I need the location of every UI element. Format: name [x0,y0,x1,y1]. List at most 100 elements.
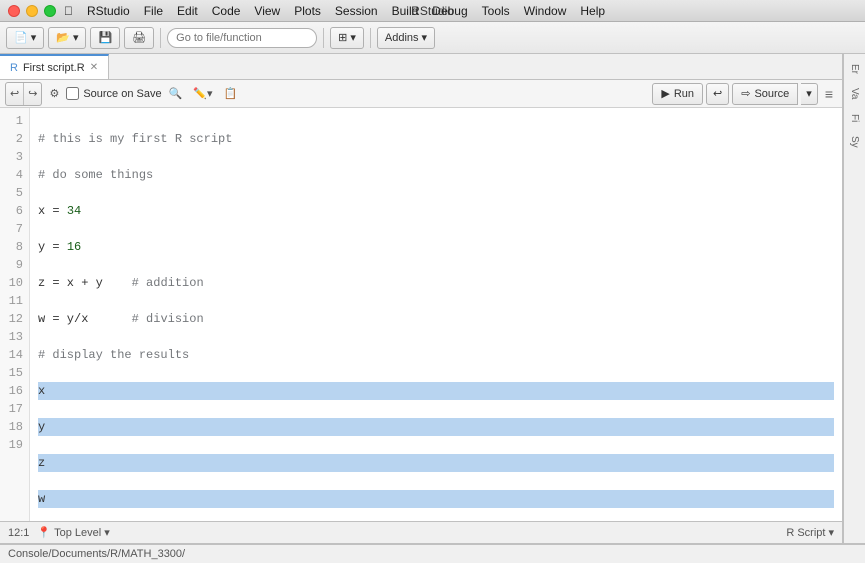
print-icon: 🖨 [132,31,146,44]
code-line-10: z [38,454,834,472]
code-line-8: x [38,382,834,400]
addins-button[interactable]: Addins ▾ [377,27,435,49]
new-file-icon: 📄 [14,31,28,44]
run-button[interactable]: ▶ Run [652,83,703,105]
open-icon: 📂 [56,31,70,44]
re-run-icon: ↩ [713,87,722,100]
run-icon: ▶ [661,87,669,100]
line-num-4: 4 [0,166,29,184]
window-controls[interactable] [8,5,56,17]
compile-button[interactable]: 📋 [220,83,242,105]
line-num-12: 12 [0,310,29,328]
mac-titlebar:  RStudio File Edit Code View Plots Sess… [0,0,865,22]
line-num-3: 3 [0,148,29,166]
right-panel: Er Va Fi Sy [843,54,865,543]
menu-file[interactable]: File [144,4,163,18]
line-num-2: 2 [0,130,29,148]
line-num-18: 18 [0,418,29,436]
menu-plots[interactable]: Plots [294,4,321,18]
menu-edit[interactable]: Edit [177,4,198,18]
line-num-9: 9 [0,256,29,274]
open-file-button[interactable]: 📂▾ [48,27,86,49]
hamburger-button[interactable]: ≡ [821,86,837,102]
editor-panel: R First script.R ✕ ↩ ↪ ⚙ Source on Save [0,54,843,543]
main-layout: R First script.R ✕ ↩ ↪ ⚙ Source on Save [0,54,865,543]
addins-arrow-icon: ▾ [422,31,428,44]
console-path: /Documents/R/MATH_3300/ [48,548,185,560]
tab-label: First script.R [23,62,85,74]
re-run-button[interactable]: ↩ [706,83,729,105]
file-type-label: R Script [786,527,825,539]
right-panel-tab-sy[interactable]: Sy [846,130,863,154]
menu-tools[interactable]: Tools [482,4,510,18]
menu-window[interactable]: Window [524,4,567,18]
line-numbers: 1 2 3 4 5 6 7 8 9 10 11 12 13 14 15 16 1… [0,108,30,521]
code-editor[interactable]: # this is my first R script # do some th… [30,108,842,521]
menu-help[interactable]: Help [580,4,605,18]
undo-redo-group: ↩ ↪ [5,82,42,106]
line-num-14: 14 [0,346,29,364]
menu-code[interactable]: Code [212,4,241,18]
source-on-save-label: Source on Save [66,87,161,100]
right-panel-tab-fi[interactable]: Fi [846,108,863,128]
close-button[interactable] [8,5,20,17]
line-num-1: 1 [0,112,29,130]
source-dropdown-icon: ▾ [806,87,812,100]
console-label[interactable]: Console [8,548,48,560]
context-icon: 📍 [37,526,51,539]
file-type-indicator[interactable]: R Script ▾ [786,526,834,539]
line-num-19: 19 [0,436,29,454]
go-to-file-input[interactable] [167,28,317,48]
undo-button[interactable]: ↩ [6,83,24,105]
redo-button[interactable]: ↪ [24,83,41,105]
line-num-7: 7 [0,220,29,238]
menu-session[interactable]: Session [335,4,378,18]
line-num-5: 5 [0,184,29,202]
toolbar-divider-2 [323,28,324,48]
code-actions-button[interactable]: ✏️▾ [189,83,216,105]
line-num-8: 8 [0,238,29,256]
save-button[interactable]: 💾 [90,27,120,49]
source-button[interactable]: ⇨ Source [732,83,798,105]
layout-icon: ⊞ [338,31,347,44]
code-line-2: # do some things [38,166,834,184]
layout-button[interactable]: ⊞▾ [330,27,364,49]
toolbar-divider-3 [370,28,371,48]
maximize-button[interactable] [44,5,56,17]
toolbar-divider-1 [160,28,161,48]
editor-tab-first-script[interactable]: R First script.R ✕ [0,54,109,79]
right-panel-tab-er[interactable]: Er [846,58,863,80]
new-file-button[interactable]: 📄▾ [6,27,44,49]
menu-view[interactable]: View [254,4,280,18]
menu-apple[interactable]:  [64,4,73,18]
addins-label: Addins [385,32,419,44]
menu-bar:  RStudio File Edit Code View Plots Sess… [64,4,605,18]
code-line-7: # display the results [38,346,834,364]
search-icon: 🔍 [169,87,183,100]
code-tools-button[interactable]: ⚙ [45,83,63,105]
minimize-button[interactable] [26,5,38,17]
code-area: 1 2 3 4 5 6 7 8 9 10 11 12 13 14 15 16 1… [0,108,842,521]
line-num-16: 16 [0,382,29,400]
save-icon: 💾 [98,31,112,44]
hamburger-icon: ≡ [825,86,833,102]
editor-toolbar: ↩ ↪ ⚙ Source on Save 🔍 ✏️▾ 📋 [0,80,842,108]
line-num-11: 11 [0,292,29,310]
r-file-icon: R [10,62,18,74]
source-dropdown-button[interactable]: ▾ [801,83,818,105]
line-num-10: 10 [0,274,29,292]
line-num-17: 17 [0,400,29,418]
cursor-position: 12:1 [8,527,29,539]
right-panel-tab-va[interactable]: Va [846,82,863,106]
wand-icon: ✏️▾ [193,87,212,100]
code-line-5: z = x + y # addition [38,274,834,292]
code-line-11: w [38,490,834,508]
code-tools-icon: ⚙ [49,87,59,100]
context-indicator[interactable]: 📍 Top Level ▾ [37,526,109,539]
menu-rstudio[interactable]: RStudio [87,4,130,18]
tab-close-icon[interactable]: ✕ [90,62,98,73]
print-button[interactable]: 🖨 [124,27,154,49]
file-type-arrow-icon: ▾ [828,526,834,539]
source-on-save-checkbox[interactable] [66,87,79,100]
search-button[interactable]: 🔍 [165,83,187,105]
